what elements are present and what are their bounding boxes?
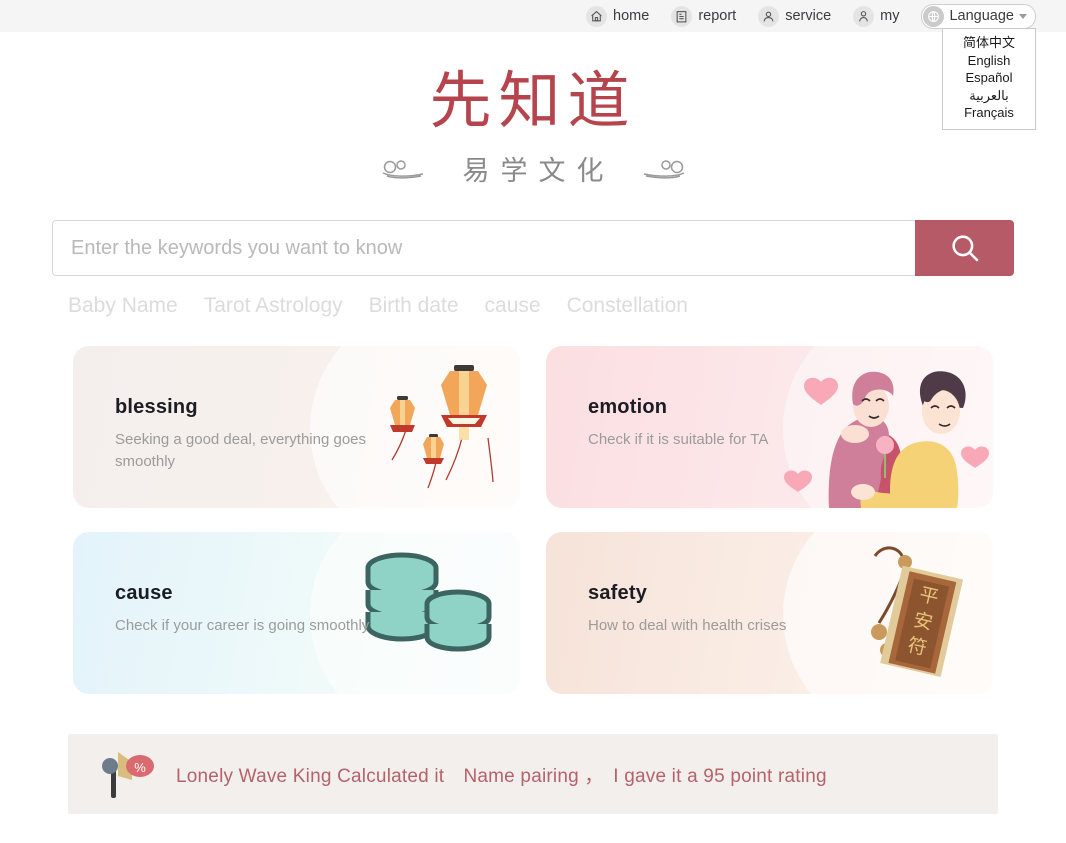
language-option-fr[interactable]: Français (943, 104, 1035, 122)
tag-cause[interactable]: cause (485, 294, 541, 318)
card-cause-title: cause (115, 582, 173, 605)
lantern-small (423, 434, 444, 465)
card-cause[interactable]: cause Check if your career is going smoo… (73, 532, 520, 695)
search-input[interactable] (52, 220, 915, 277)
tag-tarot-astrology[interactable]: Tarot Astrology (204, 294, 343, 318)
service-icon (758, 5, 780, 27)
nav-item-report-label: report (698, 7, 737, 24)
card-safety-title: safety (588, 582, 648, 605)
tag-birth-date[interactable]: Birth date (369, 294, 459, 318)
nav-item-my[interactable]: my (853, 5, 900, 27)
chevron-down-icon (1019, 13, 1027, 19)
home-icon (586, 5, 608, 27)
card-cause-desc: Check if your career is going smoothly (115, 617, 370, 635)
nav-item-home[interactable]: home (586, 5, 650, 27)
language-option-zh[interactable]: 简体中文 (943, 34, 1035, 52)
tag-constellation[interactable]: Constellation (567, 294, 688, 318)
nav-item-my-label: my (880, 7, 900, 24)
card-emotion-text: emotion Check if it is suitable for TA (546, 346, 846, 451)
announcement-bar[interactable]: % Lonely Wave King Calculated it Name pa… (68, 734, 998, 815)
cloud-ornament-right-icon (643, 159, 684, 179)
megaphone-icon: % (102, 752, 154, 799)
language-dropdown-menu[interactable]: 简体中文 English Español بالعربية Français (942, 28, 1036, 130)
globe-icon (923, 5, 945, 27)
site-logo-title: 先知道 (429, 68, 637, 136)
language-selector[interactable]: Language (921, 3, 1036, 29)
site-logo: 先知道 易学文化 (0, 32, 1066, 188)
cloud-ornament-left-icon (382, 159, 423, 179)
language-option-ar[interactable]: بالعربية (943, 87, 1035, 105)
card-blessing-text: blessing Seeking a good deal, everything… (73, 346, 373, 473)
search-button[interactable] (915, 220, 1014, 277)
card-cause-text: cause Check if your career is going smoo… (73, 532, 373, 637)
nav-item-home-label: home (613, 7, 650, 24)
language-selector-label: Language (949, 8, 1014, 24)
report-icon (671, 5, 693, 27)
card-safety-desc: How to deal with health crises (588, 617, 787, 635)
category-card-grid: blessing Seeking a good deal, everything… (73, 346, 993, 695)
site-logo-subtitle-row: 易学文化 (0, 149, 1066, 188)
lantern-large (441, 365, 487, 441)
announcement-message: Lonely Wave King Calculated it Name pair… (176, 765, 827, 787)
top-navigation-bar: home report service my Language 简体中文 Eng… (0, 0, 1066, 130)
quick-tag-list: Baby Name Tarot Astrology Birth date cau… (52, 294, 1014, 318)
search-bar (52, 220, 1014, 277)
lantern-medium (390, 396, 415, 433)
language-option-en[interactable]: English (943, 52, 1035, 70)
language-option-es[interactable]: Español (943, 69, 1035, 87)
nav-item-service[interactable]: service (758, 5, 832, 27)
site-logo-subtitle: 易学文化 (462, 156, 615, 187)
card-safety-text: safety How to deal with health crises (546, 532, 846, 637)
card-emotion-desc: Check if it is suitable for TA (588, 431, 769, 449)
card-emotion-title: emotion (588, 396, 668, 419)
card-blessing-desc: Seeking a good deal, everything goes smo… (115, 431, 367, 471)
card-safety[interactable]: 平安符 safety How to deal with health crise… (546, 532, 993, 695)
coin-stack-front (424, 589, 492, 652)
card-blessing[interactable]: blessing Seeking a good deal, everything… (73, 346, 520, 509)
tag-baby-name[interactable]: Baby Name (68, 294, 178, 318)
card-emotion[interactable]: emotion Check if it is suitable for TA (546, 346, 993, 509)
search-icon (951, 235, 979, 262)
card-blessing-title: blessing (115, 396, 198, 419)
nav-item-service-label: service (785, 7, 832, 24)
percent-badge: % (134, 760, 146, 775)
nav-item-report[interactable]: report (671, 5, 737, 27)
user-icon (853, 5, 875, 27)
